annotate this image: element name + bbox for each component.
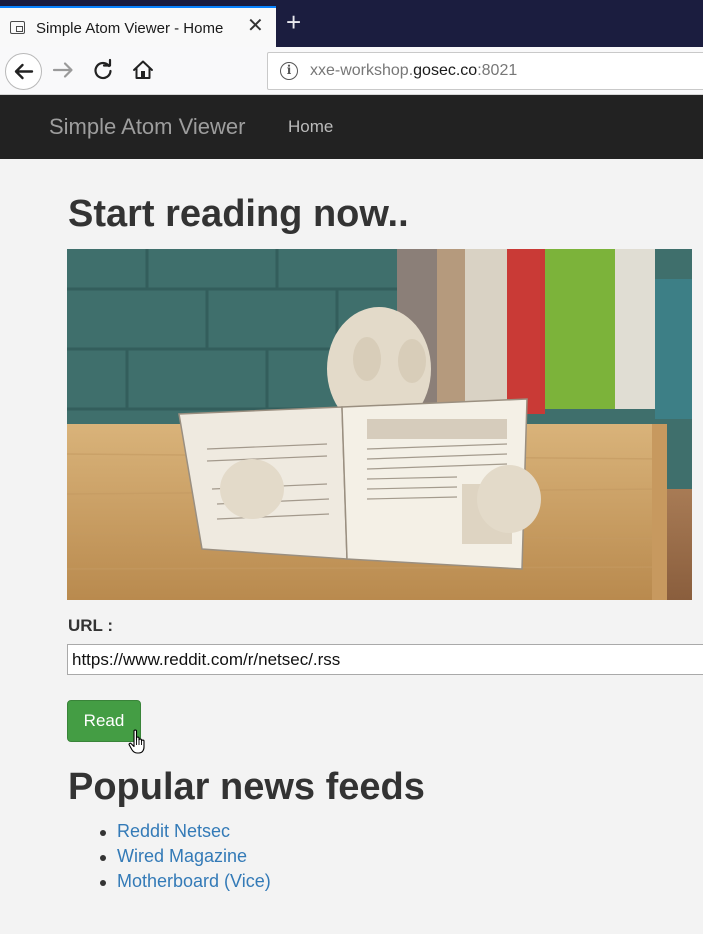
- url-port: :8021: [477, 62, 518, 79]
- feeds-heading: Popular news feeds: [68, 766, 425, 808]
- reload-button[interactable]: [90, 57, 116, 83]
- address-bar[interactable]: i xxe-workshop.gosec.co:8021: [267, 52, 703, 90]
- home-button[interactable]: [130, 57, 156, 83]
- feed-link-motherboard[interactable]: Motherboard (Vice): [117, 871, 271, 892]
- arrow-right-icon: [52, 62, 73, 78]
- url-host: gosec.co: [413, 62, 478, 79]
- url-label: URL :: [68, 616, 114, 635]
- page-icon: [10, 21, 25, 34]
- reload-icon: [94, 58, 112, 80]
- tab-strip: Simple Atom Viewer - Home ✕ +: [0, 0, 703, 47]
- feed-link-wired[interactable]: Wired Magazine: [117, 846, 247, 867]
- url-input[interactable]: [67, 644, 703, 675]
- nav-home-link[interactable]: Home: [288, 117, 333, 137]
- back-button[interactable]: [5, 53, 42, 90]
- close-tab-icon[interactable]: ✕: [247, 16, 264, 36]
- arrow-left-icon: [14, 63, 34, 80]
- brand-link[interactable]: Simple Atom Viewer: [49, 114, 245, 140]
- url-prefix: xxe-workshop.: [310, 62, 414, 79]
- hero-image: [67, 249, 692, 600]
- new-tab-button[interactable]: +: [286, 9, 301, 35]
- address-text[interactable]: xxe-workshop.gosec.co:8021: [310, 62, 517, 80]
- page-title: Start reading now..: [68, 193, 409, 235]
- home-icon: [133, 60, 153, 79]
- browser-toolbar: i xxe-workshop.gosec.co:8021: [0, 47, 703, 95]
- hand-cursor-icon: [128, 729, 145, 754]
- site-navbar: Simple Atom Viewer Home: [0, 95, 703, 159]
- browser-tab[interactable]: Simple Atom Viewer - Home ✕: [0, 6, 276, 47]
- forward-button[interactable]: [50, 57, 76, 83]
- info-icon[interactable]: i: [280, 62, 298, 80]
- feed-link-reddit-netsec[interactable]: Reddit Netsec: [117, 821, 230, 842]
- tab-title: Simple Atom Viewer - Home: [36, 20, 224, 37]
